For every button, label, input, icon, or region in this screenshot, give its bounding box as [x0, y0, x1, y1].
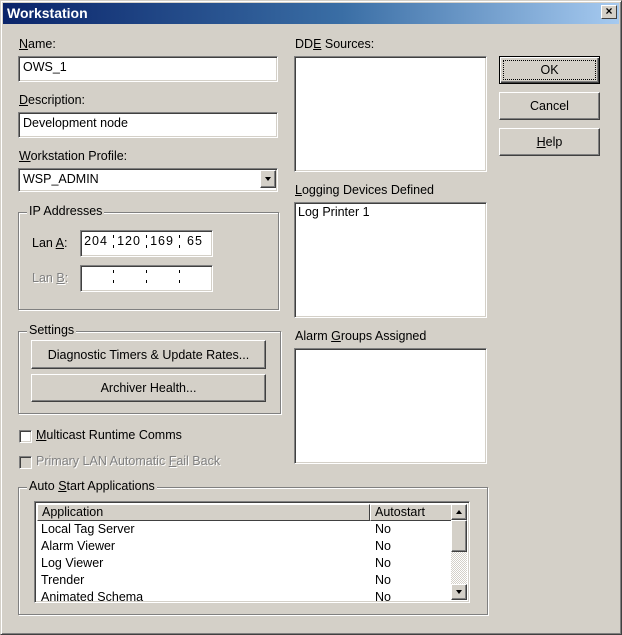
- auto-start-listview[interactable]: Application Autostart Local Tag Server N…: [34, 501, 470, 603]
- name-label: Name:: [19, 37, 56, 51]
- app-name-cell: Trender: [41, 573, 85, 587]
- primary-lan-fail-back-label: Primary LAN Automatic Fail Back: [36, 454, 221, 468]
- list-item[interactable]: Log Printer 1: [298, 205, 370, 219]
- lan-a-octet-4[interactable]: 65: [182, 234, 208, 248]
- autostart-cell: No: [375, 539, 391, 553]
- lan-a-octet-2[interactable]: 120: [116, 234, 142, 248]
- ip-separator: [179, 270, 180, 285]
- diagnostic-timers-button[interactable]: Diagnostic Timers & Update Rates...: [31, 340, 266, 369]
- workstation-profile-value: WSP_ADMIN: [23, 172, 99, 186]
- table-row[interactable]: Log Viewer No: [37, 555, 451, 572]
- description-input[interactable]: Development node: [18, 112, 278, 138]
- column-header-autostart[interactable]: Autostart: [370, 504, 452, 521]
- autostart-cell: No: [375, 573, 391, 587]
- ip-separator: [179, 235, 180, 250]
- focus-ring: [503, 60, 596, 80]
- autostart-cell: No: [375, 522, 391, 536]
- table-row[interactable]: Local Tag Server No: [37, 521, 451, 538]
- primary-lan-fail-back-checkbox[interactable]: [19, 456, 32, 469]
- logging-devices-label: Logging Devices Defined: [295, 183, 434, 197]
- window-title: Workstation: [7, 5, 88, 21]
- chevron-down-icon[interactable]: [260, 170, 276, 188]
- table-row[interactable]: Trender No: [37, 572, 451, 589]
- column-header-application[interactable]: Application: [37, 504, 370, 521]
- ip-separator: [113, 235, 114, 250]
- alarm-groups-list[interactable]: [294, 348, 487, 464]
- table-row[interactable]: Alarm Viewer No: [37, 538, 451, 555]
- help-button[interactable]: Help: [499, 128, 600, 156]
- table-row[interactable]: Animated Schema No: [37, 589, 451, 603]
- lan-b-ip-input[interactable]: [80, 265, 213, 292]
- ok-button[interactable]: OK: [499, 56, 600, 84]
- scroll-up-arrow-icon[interactable]: [451, 504, 467, 520]
- alarm-groups-label: Alarm Groups Assigned: [295, 329, 427, 343]
- close-button[interactable]: ×: [601, 5, 617, 19]
- multicast-checkbox[interactable]: [19, 430, 32, 443]
- name-input[interactable]: OWS_1: [18, 56, 278, 82]
- lan-a-octet-3[interactable]: 169: [149, 234, 175, 248]
- app-name-cell: Animated Schema: [41, 590, 144, 603]
- autostart-cell: No: [375, 556, 391, 570]
- title-bar[interactable]: Workstation ×: [3, 3, 619, 24]
- cancel-button[interactable]: Cancel: [499, 92, 600, 120]
- archiver-health-button[interactable]: Archiver Health...: [31, 374, 266, 402]
- logging-devices-list[interactable]: Log Printer 1: [294, 202, 487, 318]
- description-label: Description:: [19, 93, 86, 107]
- workstation-profile-label: Workstation Profile:: [19, 149, 128, 163]
- ip-addresses-group-label: IP Addresses: [27, 204, 105, 218]
- dde-sources-label: DDE Sources:: [295, 37, 375, 51]
- scrollbar-thumb[interactable]: [451, 520, 467, 552]
- lan-a-octet-1[interactable]: 204: [83, 234, 109, 248]
- dde-sources-list[interactable]: [294, 56, 487, 172]
- workstation-dialog: Workstation × Name: OWS_1 Description: D…: [0, 0, 622, 635]
- ip-separator: [146, 235, 147, 250]
- app-name-cell: Log Viewer: [41, 556, 104, 570]
- multicast-label[interactable]: Multicast Runtime Comms: [36, 428, 182, 442]
- close-icon: ×: [605, 4, 613, 18]
- ip-addresses-group: [18, 212, 279, 310]
- ip-separator: [146, 270, 147, 285]
- workstation-profile-select[interactable]: WSP_ADMIN: [18, 168, 278, 192]
- lan-a-ip-input[interactable]: 204 120 169 65: [80, 230, 213, 257]
- app-name-cell: Alarm Viewer: [41, 539, 116, 553]
- autostart-cell: No: [375, 590, 391, 603]
- auto-start-group-label: Auto Start Applications: [27, 479, 157, 493]
- ip-separator: [113, 270, 114, 285]
- app-name-cell: Local Tag Server: [41, 522, 135, 536]
- lan-b-label: Lan B:: [32, 271, 69, 285]
- scroll-down-arrow-icon[interactable]: [451, 584, 467, 600]
- settings-group-label: Settings: [27, 323, 77, 337]
- lan-a-label: Lan A:: [32, 236, 68, 250]
